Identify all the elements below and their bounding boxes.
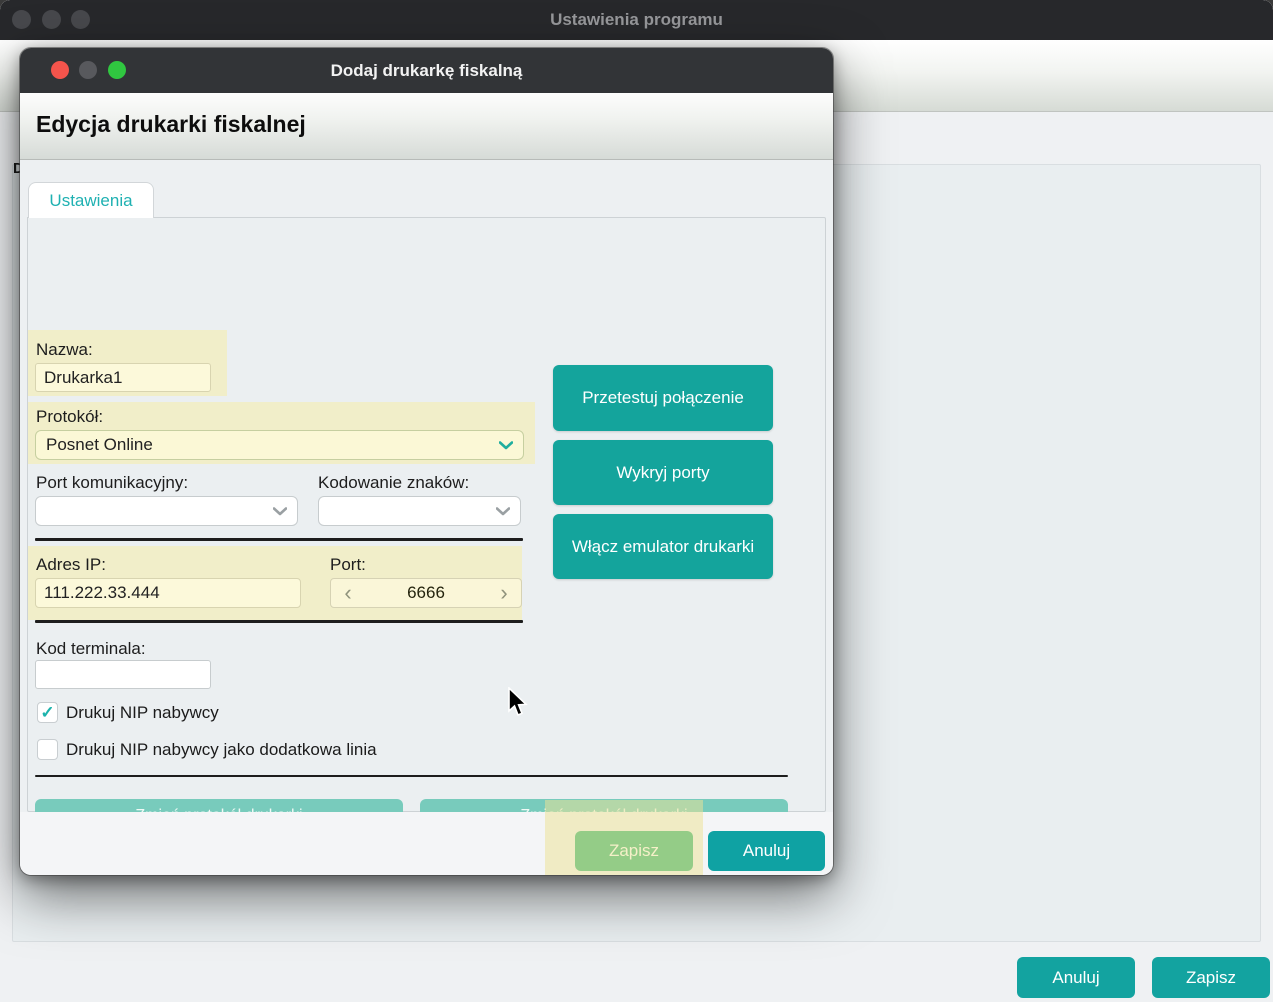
test-connection-button[interactable]: Przetestuj połączenie (553, 365, 773, 431)
name-input[interactable] (35, 363, 211, 392)
name-label: Nazwa: (36, 340, 93, 360)
dialog-body: Ustawienia Nazwa: Protokół: Posnet Onlin… (20, 160, 833, 812)
ip-label: Adres IP: (36, 555, 106, 575)
com-port-label: Port komunikacyjny: (36, 473, 188, 493)
terminal-code-label: Kod terminala: (36, 639, 146, 659)
ip-input[interactable] (35, 578, 301, 608)
main-cancel-button[interactable]: Anuluj (1017, 957, 1135, 998)
check-icon: ✓ (40, 703, 54, 722)
dialog-heading: Edycja drukarki fiskalnej (36, 111, 306, 138)
chevron-down-icon (496, 507, 510, 516)
chevron-down-icon (499, 441, 513, 450)
separator-line (35, 775, 788, 777)
screen: Ustawienia programu D Anuluj Zapisz Doda… (0, 0, 1273, 1002)
protocol-label: Protokół: (36, 407, 103, 427)
dialog-header: Edycja drukarki fiskalnej (20, 93, 833, 160)
port-stepper: ‹ 6666 › (330, 578, 522, 608)
separator-line (35, 538, 523, 541)
port-stepper-value[interactable]: 6666 (365, 583, 487, 603)
main-window-titlebar: Ustawienia programu (0, 0, 1273, 40)
dialog-titlebar: Dodaj drukarkę fiskalną (20, 48, 833, 93)
print-nip-label: Drukuj NIP nabywcy (66, 703, 219, 723)
main-save-button[interactable]: Zapisz (1152, 957, 1270, 998)
print-nip-checkbox[interactable]: ✓ (37, 702, 58, 723)
main-window-title: Ustawienia programu (0, 0, 1273, 40)
nip-extra-line-checkbox[interactable] (37, 739, 58, 760)
nip-extra-line-label: Drukuj NIP nabywcy jako dodatkowa linia (66, 740, 377, 760)
separator-line (35, 620, 523, 623)
stepper-decrement-icon[interactable]: ‹ (331, 582, 365, 604)
protocol-select-value: Posnet Online (46, 435, 499, 455)
tab-ustawienia[interactable]: Ustawienia (28, 182, 154, 218)
dialog-save-button[interactable]: Zapisz (575, 831, 693, 871)
protocol-select[interactable]: Posnet Online (35, 430, 524, 460)
stepper-increment-icon[interactable]: › (487, 582, 521, 604)
encoding-select[interactable] (318, 496, 521, 526)
dialog-title: Dodaj drukarkę fiskalną (20, 48, 833, 93)
port-label: Port: (330, 555, 366, 575)
add-fiscal-printer-dialog: Dodaj drukarkę fiskalną Edycja drukarki … (20, 48, 833, 875)
chevron-down-icon (273, 507, 287, 516)
encoding-label: Kodowanie znaków: (318, 473, 469, 493)
terminal-code-input[interactable] (35, 660, 211, 689)
detect-ports-button[interactable]: Wykryj porty (553, 440, 773, 505)
dialog-cancel-button[interactable]: Anuluj (708, 831, 825, 871)
com-port-select[interactable] (35, 496, 298, 526)
enable-emulator-button[interactable]: Włącz emulator drukarki (553, 514, 773, 579)
